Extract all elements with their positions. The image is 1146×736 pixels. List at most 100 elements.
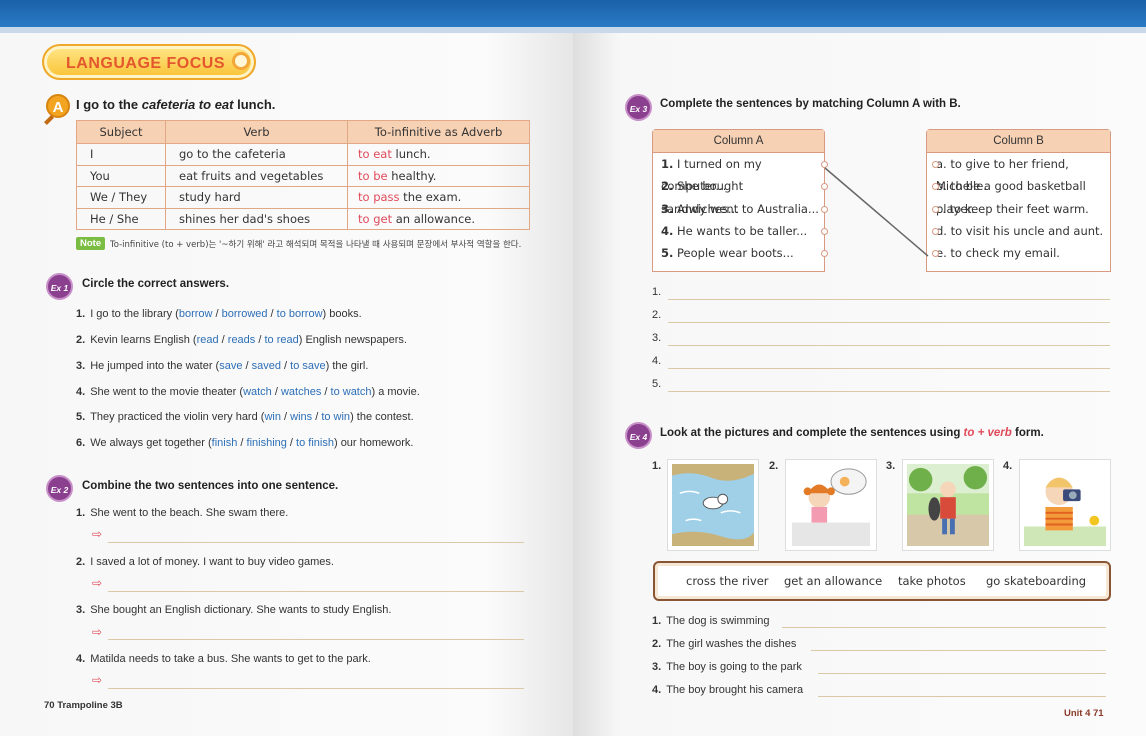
ex2-badge: Ex 2 (46, 475, 73, 502)
picture-boy-park (902, 459, 994, 551)
ex4-sentence-4: 4. The boy brought his camera (652, 684, 804, 696)
answer-line[interactable] (108, 591, 524, 592)
ex4-sentence-2: 2. The girl washes the dishes (652, 638, 797, 650)
option[interactable]: finish (212, 437, 238, 449)
answer-arrow-icon: ⇨ (92, 576, 103, 590)
table-header: Verb (165, 120, 348, 144)
ex4-badge: Ex 4 (625, 422, 652, 449)
left-page: LANGUAGE FOCUS A I go to the cafeteria t… (0, 0, 573, 736)
answer-num: 1. (652, 286, 662, 298)
ex1-item-6: 6. We always get together (finish / finis… (76, 437, 414, 449)
note-tag: Note (76, 237, 106, 250)
answer-num: 4. (652, 355, 662, 367)
picture-boy-camera (1019, 459, 1111, 551)
option[interactable]: borrow (179, 308, 213, 320)
answer-line[interactable] (108, 639, 524, 640)
option[interactable]: saved (252, 360, 281, 372)
option[interactable]: reads (228, 334, 256, 346)
park-image (907, 464, 989, 546)
answer-line[interactable] (108, 688, 524, 689)
answer-arrow-icon: ⇨ (92, 625, 103, 639)
answer-line[interactable] (818, 673, 1106, 674)
note-text: To-infinitive (to + verb)는 '~하기 위해' 라고 해… (110, 240, 522, 250)
cell-subject: He / She (76, 207, 166, 230)
column-a-item[interactable]: 3. Andy went to Australia... (661, 198, 828, 220)
option[interactable]: to read (264, 334, 298, 346)
section-a-icon: A (46, 94, 70, 118)
option[interactable]: borrowed (222, 308, 268, 320)
picture-girl-dishes (785, 459, 877, 551)
column-b-item[interactable]: b. to be a good basketball player. (932, 175, 1110, 216)
option[interactable]: save (219, 360, 242, 372)
cell-verb: eat fruits and vegetables (165, 164, 348, 187)
ex2-title: Combine the two sentences into one sente… (82, 480, 339, 492)
table-row: I go to the cafeteria to eat lunch. (76, 143, 530, 166)
column-a-item[interactable]: 2. She bought sandwiches... (661, 175, 828, 216)
answer-line[interactable] (668, 299, 1110, 300)
option[interactable]: to finish (296, 437, 334, 449)
cell-infinitive: to be healthy. (347, 164, 530, 187)
cell-infinitive: to get an allowance. (347, 207, 530, 230)
answer-line[interactable] (668, 368, 1110, 369)
section-a-title: I go to the cafeteria to eat lunch. (76, 97, 276, 112)
option[interactable]: to watch (331, 386, 372, 398)
column-b-item[interactable]: c. to keep their feet warm. (932, 198, 1110, 220)
answer-arrow-icon: ⇨ (92, 527, 103, 541)
column-a-header: Column A (653, 130, 824, 153)
answer-line[interactable] (668, 322, 1110, 323)
column-b-item[interactable]: e. to check my email. (932, 242, 1110, 264)
language-focus-badge: LANGUAGE FOCUS (42, 44, 256, 80)
word-option[interactable]: cross the river (686, 574, 769, 588)
option[interactable]: watches (281, 386, 321, 398)
grammar-table: Subject Verb To-infinitive as Adverb I g… (76, 120, 530, 230)
ex3-title: Complete the sentences by matching Colum… (660, 98, 961, 110)
ex2-item-2: 2. I saved a lot of money. I want to buy … (76, 556, 334, 568)
option[interactable]: wins (290, 411, 312, 423)
word-option[interactable]: take photos (898, 574, 966, 588)
option[interactable]: read (197, 334, 219, 346)
ex2-item-3: 3. She bought an English dictionary. She … (76, 604, 392, 616)
picture-num: 2. (769, 460, 779, 472)
column-a-item[interactable]: 4. He wants to be taller... (661, 220, 828, 242)
top-banner (573, 0, 1146, 33)
picture-dog-swimming (667, 459, 759, 551)
ex2-item-1: 1. She went to the beach. She swam there. (76, 507, 289, 519)
page-footer-left: 70 Trampoline 3B (44, 700, 123, 711)
word-option[interactable]: get an allowance (784, 574, 882, 588)
column-b-item[interactable]: a. to give to her friend, Michelle. (932, 153, 1110, 193)
cell-verb: shines her dad's shoes (165, 207, 348, 230)
option[interactable]: finishing (247, 437, 287, 449)
answer-line[interactable] (108, 542, 524, 543)
table-row: He / She shines her dad's shoes to get a… (76, 207, 530, 230)
cell-subject: We / They (76, 186, 166, 209)
cell-subject: You (76, 164, 166, 187)
option[interactable]: to borrow (277, 308, 323, 320)
ex4-title: Look at the pictures and complete the se… (660, 427, 1044, 439)
word-bank: cross the river get an allowance take ph… (653, 561, 1111, 601)
column-b-item[interactable]: d. to visit his uncle and aunt. (932, 220, 1110, 242)
column-a-item[interactable]: 5. People wear boots... (661, 242, 828, 264)
answer-line[interactable] (811, 650, 1106, 651)
option[interactable]: win (264, 411, 281, 423)
answer-arrow-icon: ⇨ (92, 673, 103, 687)
option[interactable]: to save (290, 360, 325, 372)
cell-subject: I (76, 143, 166, 166)
column-a-item[interactable]: 1. I turned on my computer... (661, 153, 828, 193)
option[interactable]: watch (243, 386, 272, 398)
answer-line[interactable] (668, 391, 1110, 392)
ex1-item-3: 3. He jumped into the water (save / saved… (76, 360, 369, 372)
answer-line[interactable] (668, 345, 1110, 346)
answer-line[interactable] (818, 696, 1106, 697)
option[interactable]: to win (321, 411, 350, 423)
ex1-badge: Ex 1 (46, 273, 73, 300)
word-option[interactable]: go skateboarding (986, 574, 1086, 588)
answer-num: 5. (652, 378, 662, 390)
picture-num: 1. (652, 460, 662, 472)
camera-image (1024, 464, 1106, 546)
match-line (824, 167, 929, 257)
section-title: LANGUAGE FOCUS (66, 55, 225, 72)
answer-num: 3. (652, 332, 662, 344)
picture-num: 4. (1003, 460, 1013, 472)
column-a-box: Column A 1. I turned on my computer... 2… (652, 129, 828, 272)
answer-line[interactable] (782, 627, 1106, 628)
